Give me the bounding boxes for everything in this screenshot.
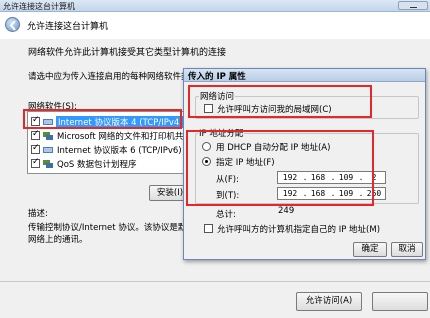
instruction-text: 请选中应为传入连接启用的每种网络软件类 [28,72,190,82]
highlight-ipv4-item [23,109,182,129]
dialog-title: 传入的 IP 属性 [188,72,246,82]
list-item-label: Microsoft 网络的文件和打印机共享 [57,132,192,142]
back-button[interactable] [5,17,20,32]
highlight-ip-assignment [186,130,374,206]
dialog-cancel-button[interactable]: 取消 [391,242,423,257]
highlight-network-access [188,85,372,118]
network-service-icon [43,132,53,140]
cancel-button[interactable]: 取消 [372,292,428,311]
allow-caller-ip-checkbox[interactable] [204,224,213,233]
network-service-icon [43,160,53,168]
wizard-header: 允许连接这台计算机 [0,12,430,39]
checkbox[interactable] [31,143,40,154]
list-item-label: QoS 数据包计划程序 [57,160,137,170]
description-text: 传输控制协议/Internet 协议。该协议是默认 网络上的通讯。 [28,223,195,245]
ok-button[interactable]: 确定 [353,242,387,257]
total-label: 总计: [216,210,236,220]
list-item-label: Internet 协议版本 6 (TCP/IPv6) [57,146,182,156]
allow-caller-ip-label: 允许呼叫方的计算机指定自己的 IP 地址(M) [217,225,381,235]
description-label: 描述: [28,209,48,219]
footer-divider [0,281,430,282]
dialog-titlebar: 传入的 IP 属性 [184,69,425,82]
minimize-button[interactable] [398,1,428,10]
wizard-title: 允许连接这台计算机 [27,22,109,32]
allow-access-button[interactable]: 允许访问(A) [296,292,362,311]
intro-text: 网络软件允许此计算机接受其它类型计算机的连接 [28,48,227,58]
network-protocol-icon [43,147,53,153]
total-value: 249 [278,206,295,216]
checkbox[interactable] [31,157,40,168]
checkbox[interactable] [31,129,40,140]
window-titlebar: 允许连接这台计算机 [0,0,430,12]
window-title: 允许连接这台计算机 [3,2,75,11]
back-arrow-icon [9,20,16,31]
